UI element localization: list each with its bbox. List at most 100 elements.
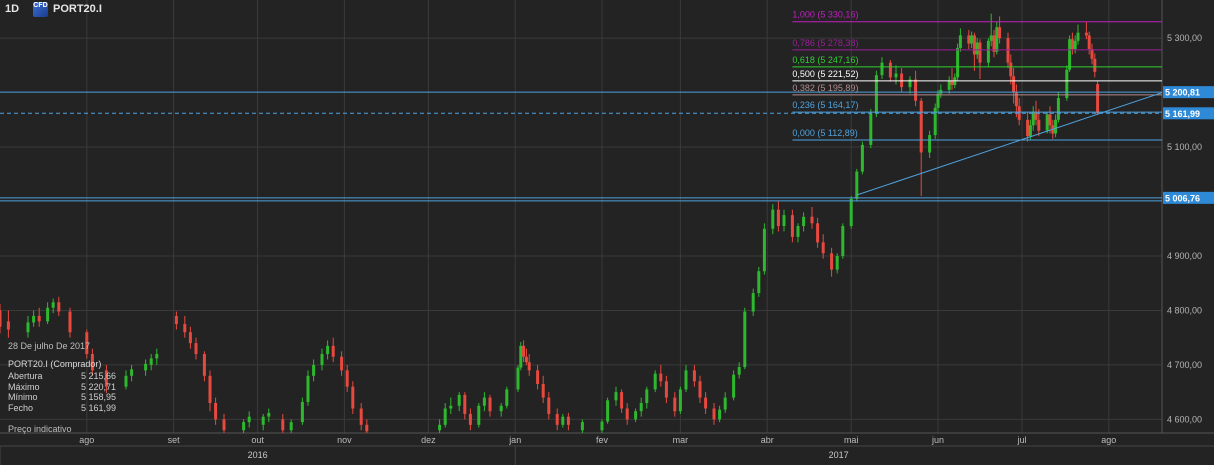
candle-up [718, 409, 722, 420]
y-axis-tick-label: 5 300,00 [1167, 33, 1202, 43]
candle-up [751, 293, 755, 312]
candle-down [998, 27, 1002, 39]
candle-down [202, 354, 206, 376]
candle-up [880, 62, 884, 76]
candle-up [796, 226, 800, 237]
candle-up [312, 364, 316, 376]
candle-up [606, 400, 610, 422]
candle-down [816, 223, 820, 243]
candle-down [68, 311, 72, 333]
ohlc-info-box: 28 De julho De 2017 PORT20.I (Comprador)… [8, 341, 116, 434]
info-label: Abertura [8, 371, 43, 381]
info-date: 28 De julho De 2017 [8, 341, 91, 351]
symbol-label[interactable]: PORT20.I [53, 3, 102, 15]
candle-up [499, 405, 503, 412]
chart-window: 4 600,00 4 700,00 4 800,00 4 900,00 5 100,00… [0, 0, 1214, 465]
y-axis-tick-label: 4 800,00 [1167, 305, 1202, 315]
fib-level-label: 0,236 (5 164,17) [792, 100, 858, 110]
x-axis-month-label: out [251, 435, 264, 445]
candle-down [0, 310, 2, 327]
candle-down [698, 381, 702, 398]
timeframe-label[interactable]: 1D [5, 3, 19, 15]
x-axis-month-label: ago [79, 435, 94, 445]
fib-level-label: 0,500 (5 221,52) [792, 69, 858, 79]
candle-down [566, 416, 570, 425]
candle-up [326, 345, 330, 355]
candle-down [821, 242, 825, 254]
candle-up [505, 389, 509, 406]
chart-background [0, 0, 1214, 465]
candle-down [659, 373, 663, 382]
candle-down [692, 370, 696, 382]
candle-up [975, 42, 979, 55]
candle-down [972, 35, 976, 55]
info-row-close: Fecho 5 161,99 [8, 403, 116, 414]
x-axis-month-label: mar [673, 435, 689, 445]
candle-down [463, 394, 467, 414]
candle-up [639, 403, 643, 412]
x-axis-month-label: ago [1101, 435, 1116, 445]
candle-down [992, 35, 996, 52]
candle-up [958, 35, 962, 48]
info-value: 5 215,66 [80, 371, 116, 381]
candle-up [732, 374, 736, 398]
candle-down [57, 302, 61, 312]
candle-up [1028, 125, 1032, 137]
fib-level-label: 0,382 (5 195,89) [792, 83, 858, 93]
candle-down [1093, 58, 1097, 72]
candle-up [130, 369, 134, 376]
candle-up [26, 322, 30, 333]
candle-down [331, 345, 335, 357]
candle-down [37, 315, 41, 322]
candle-down [1012, 76, 1016, 93]
candle-down [365, 424, 369, 432]
candle-up [995, 27, 999, 52]
candle-up [32, 315, 36, 323]
fib-level-label: 0,000 (5 112,89) [792, 128, 857, 138]
x-axis-month-label: jun [931, 435, 944, 445]
candle-down [345, 370, 349, 387]
candle-up [1076, 32, 1080, 41]
x-axis-month-label: dez [421, 435, 436, 445]
x-axis-month-label: nov [337, 435, 352, 445]
candle-down [555, 413, 559, 425]
info-row-low: Mínimo 5 158,95 [8, 392, 116, 403]
info-row-open: Abertura 5 215,66 [8, 371, 116, 382]
candle-up [155, 354, 159, 359]
candle-down [208, 375, 212, 404]
candle-down [1070, 39, 1074, 50]
candle-down [359, 408, 363, 425]
candle-down [536, 370, 540, 384]
candle-up [449, 405, 453, 409]
candle-down [888, 62, 892, 78]
candle-down [673, 397, 677, 412]
candle-down [625, 408, 629, 420]
candle-up [757, 271, 761, 294]
candle-down [1026, 119, 1030, 137]
info-instrument: PORT20.I (Comprador) [8, 359, 102, 369]
candle-down [1048, 114, 1052, 126]
candle-up [947, 80, 951, 90]
candle-up [762, 228, 766, 272]
x-axis-month-label: abr [761, 435, 774, 445]
price-axis-badge-label: 5 006,76 [1165, 193, 1200, 203]
candle-up [956, 47, 960, 78]
candle-up [1056, 98, 1060, 120]
candle-up [841, 226, 845, 256]
candle-up [970, 35, 974, 44]
candle-up [580, 422, 584, 431]
candle-up [457, 394, 461, 406]
candle-up [989, 35, 993, 41]
candle-down [547, 397, 551, 414]
x-axis-month-label: jul [1016, 435, 1026, 445]
candle-up [289, 422, 293, 431]
x-axis-month-label: mai [844, 435, 859, 445]
y-axis-tick-label: 5 100,00 [1167, 142, 1202, 152]
candle-up [771, 209, 775, 229]
candle-up [634, 411, 638, 420]
price-chart[interactable]: 4 600,00 4 700,00 4 800,00 4 900,00 5 100,00… [0, 0, 1214, 465]
candle-up [743, 311, 747, 368]
candle-up [986, 40, 990, 63]
candle-down [1009, 62, 1013, 77]
candle-down [214, 403, 218, 420]
